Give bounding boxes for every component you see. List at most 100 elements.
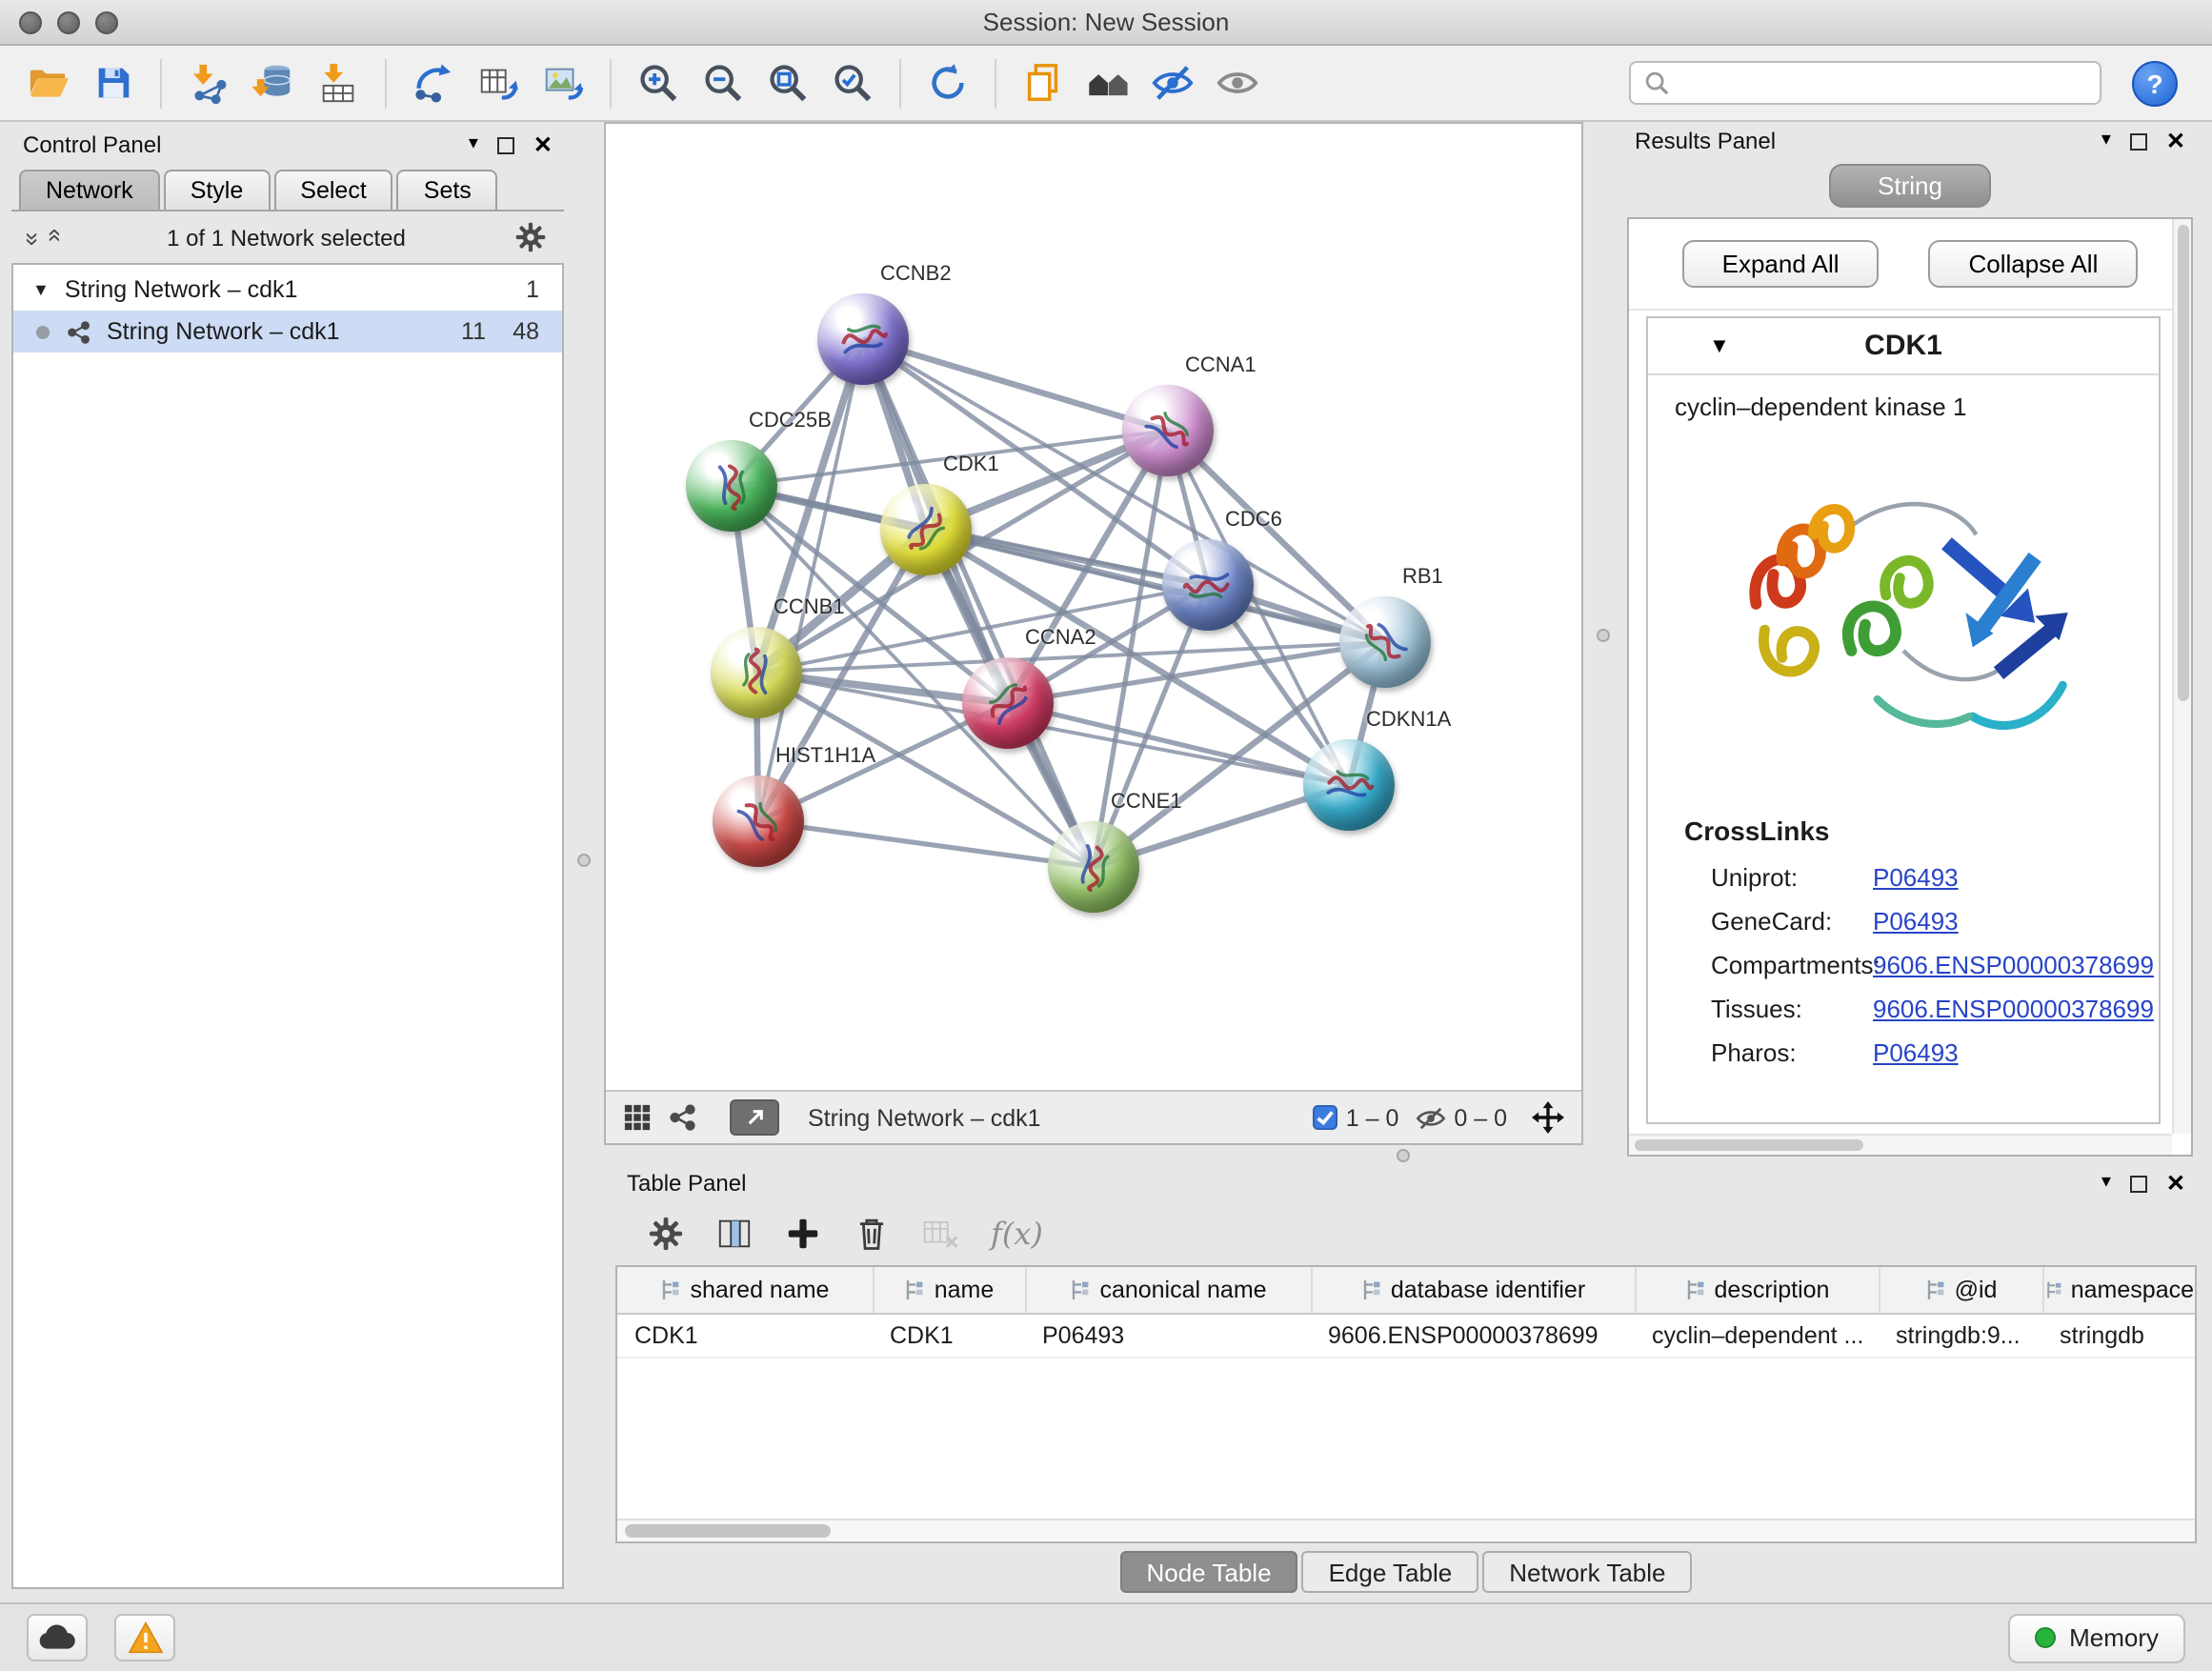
network-node-ccna1[interactable] bbox=[1122, 385, 1214, 476]
create-column-button[interactable] bbox=[785, 1216, 821, 1252]
panel-menu-icon[interactable]: ▾ bbox=[469, 135, 478, 154]
hide-selected-button[interactable] bbox=[1143, 53, 1202, 112]
network-canvas[interactable]: CCNB2CCNA1CDC25BCDK1CDC6RB1CCNB1CCNA2CDK… bbox=[606, 124, 1581, 1090]
show-columns-button[interactable] bbox=[716, 1216, 753, 1252]
scrollbar-thumb[interactable] bbox=[2177, 225, 2188, 701]
import-table-file-button[interactable] bbox=[309, 53, 368, 112]
network-options-gear-button[interactable] bbox=[514, 221, 547, 253]
cloud-status-button[interactable] bbox=[27, 1614, 88, 1661]
network-node-cdk1[interactable] bbox=[880, 484, 972, 575]
tab-edge-table[interactable]: Edge Table bbox=[1302, 1551, 1479, 1593]
expand-all-button[interactable]: Expand All bbox=[1682, 240, 1880, 288]
pan-mode-button[interactable] bbox=[1532, 1101, 1564, 1134]
panel-menu-icon[interactable]: ▾ bbox=[2101, 1174, 2111, 1193]
scrollbar-thumb[interactable] bbox=[625, 1524, 831, 1538]
network-node-rb1[interactable] bbox=[1339, 596, 1431, 688]
crosslink-genecard-link[interactable]: P06493 bbox=[1873, 899, 1959, 943]
results-vertical-scrollbar[interactable] bbox=[2172, 219, 2191, 1134]
refresh-button[interactable] bbox=[918, 53, 977, 112]
home-networks-button[interactable] bbox=[1078, 53, 1137, 112]
right-splitter-handle[interactable] bbox=[1597, 629, 1610, 642]
cell-id[interactable]: stringdb:9... bbox=[1879, 1313, 2042, 1357]
delete-column-button[interactable] bbox=[854, 1216, 890, 1252]
hidden-eye-slash-icon[interactable] bbox=[1416, 1106, 1446, 1129]
birds-eye-view-button[interactable] bbox=[730, 1099, 779, 1136]
tab-sets[interactable]: Sets bbox=[397, 170, 498, 210]
panel-menu-icon[interactable]: ▾ bbox=[2101, 131, 2111, 151]
scrollbar-thumb[interactable] bbox=[1635, 1139, 1863, 1151]
column-header[interactable]: database identifier bbox=[1311, 1267, 1635, 1313]
column-header[interactable]: description bbox=[1635, 1267, 1879, 1313]
tab-select[interactable]: Select bbox=[273, 170, 393, 210]
network-node-ccnb2[interactable] bbox=[817, 293, 909, 385]
cell-namespace[interactable]: stringdb bbox=[2042, 1313, 2195, 1357]
network-node-ccnb1[interactable] bbox=[711, 627, 802, 718]
help-button[interactable]: ? bbox=[2132, 60, 2178, 106]
zoom-out-button[interactable] bbox=[694, 53, 753, 112]
left-splitter-handle[interactable] bbox=[577, 854, 591, 867]
float-panel-icon[interactable] bbox=[497, 136, 514, 153]
float-panel-icon[interactable] bbox=[2130, 1175, 2147, 1192]
network-collection-row[interactable]: ▼ String Network – cdk1 1 bbox=[13, 269, 562, 311]
collapse-section-icon[interactable]: ▼ bbox=[1709, 334, 1730, 357]
show-all-button[interactable] bbox=[1208, 53, 1267, 112]
open-session-button[interactable] bbox=[19, 53, 78, 112]
network-edge[interactable] bbox=[758, 821, 1094, 867]
network-row[interactable]: String Network – cdk1 11 48 bbox=[13, 311, 562, 352]
gene-section-header[interactable]: ▼ CDK1 bbox=[1648, 318, 2159, 375]
crosslink-tissues-link[interactable]: 9606.ENSP00000378699 bbox=[1873, 987, 2154, 1031]
cell-name[interactable]: CDK1 bbox=[873, 1313, 1025, 1357]
results-horizontal-scrollbar[interactable] bbox=[1629, 1134, 2172, 1155]
network-node-hist1h1a[interactable] bbox=[713, 775, 804, 867]
function-builder-button[interactable]: f(x) bbox=[991, 1216, 1043, 1252]
save-session-button[interactable] bbox=[84, 53, 143, 112]
expand-all-icon[interactable]: » bbox=[39, 232, 68, 242]
table-horizontal-scrollbar[interactable] bbox=[617, 1519, 2195, 1541]
import-network-database-button[interactable] bbox=[244, 53, 303, 112]
table-options-button[interactable] bbox=[648, 1216, 684, 1252]
crosslink-uniprot-link[interactable]: P06493 bbox=[1873, 856, 1959, 899]
export-image-button[interactable] bbox=[533, 53, 593, 112]
tab-style[interactable]: Style bbox=[164, 170, 271, 210]
memory-button[interactable]: Memory bbox=[2008, 1613, 2185, 1662]
horizontal-splitter-handle[interactable] bbox=[1397, 1149, 1410, 1162]
cell-description[interactable]: cyclin–dependent ... bbox=[1635, 1313, 1879, 1357]
cell-shared-name[interactable]: CDK1 bbox=[617, 1313, 873, 1357]
crosslink-pharos-link[interactable]: P06493 bbox=[1873, 1031, 1959, 1075]
tab-network[interactable]: Network bbox=[19, 170, 160, 210]
network-node-ccna2[interactable] bbox=[962, 657, 1054, 749]
disclosure-triangle-icon[interactable]: ▼ bbox=[32, 280, 50, 299]
checkbox-icon[interactable] bbox=[1314, 1105, 1338, 1130]
network-edge[interactable] bbox=[863, 339, 1168, 431]
zoom-fit-button[interactable] bbox=[758, 53, 817, 112]
warnings-button[interactable] bbox=[114, 1614, 175, 1661]
column-header[interactable]: @id bbox=[1879, 1267, 2042, 1313]
float-panel-icon[interactable] bbox=[2130, 132, 2147, 150]
column-header[interactable]: name bbox=[873, 1267, 1025, 1313]
tab-network-table[interactable]: Network Table bbox=[1482, 1551, 1692, 1593]
column-header[interactable]: shared name bbox=[617, 1267, 873, 1313]
close-panel-icon[interactable]: ✕ bbox=[2166, 130, 2185, 152]
table-row[interactable]: CDK1 CDK1 P06493 9606.ENSP00000378699 cy… bbox=[617, 1313, 2195, 1357]
column-header[interactable]: namespace bbox=[2042, 1267, 2195, 1313]
cell-database-identifier[interactable]: 9606.ENSP00000378699 bbox=[1311, 1313, 1635, 1357]
new-network-from-selection-button[interactable] bbox=[404, 53, 463, 112]
duplicate-document-button[interactable] bbox=[1014, 53, 1073, 112]
crosslink-compartments-link[interactable]: 9606.ENSP00000378699 bbox=[1873, 943, 2154, 987]
collapse-all-button[interactable]: Collapse All bbox=[1929, 240, 2139, 288]
close-panel-icon[interactable]: ✕ bbox=[533, 133, 553, 156]
network-node-cdc6[interactable] bbox=[1162, 539, 1254, 631]
search-input[interactable] bbox=[1679, 70, 2086, 96]
import-network-file-button[interactable] bbox=[179, 53, 238, 112]
network-view-mode-button[interactable] bbox=[669, 1103, 697, 1132]
search-box[interactable] bbox=[1629, 61, 2101, 105]
network-node-ccne1[interactable] bbox=[1048, 821, 1139, 913]
export-table-button[interactable] bbox=[469, 53, 528, 112]
zoom-selected-button[interactable] bbox=[823, 53, 882, 112]
network-node-cdkn1a[interactable] bbox=[1303, 739, 1395, 831]
column-header[interactable]: canonical name bbox=[1025, 1267, 1311, 1313]
cell-canonical-name[interactable]: P06493 bbox=[1025, 1313, 1311, 1357]
zoom-in-button[interactable] bbox=[629, 53, 688, 112]
delete-table-button[interactable] bbox=[922, 1216, 958, 1252]
close-panel-icon[interactable]: ✕ bbox=[2166, 1172, 2185, 1195]
